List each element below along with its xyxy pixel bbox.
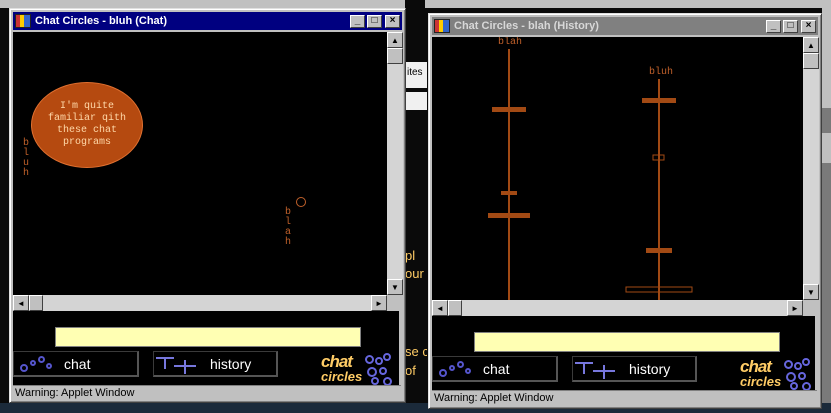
maximize-icon: □ [371,15,378,26]
background-text: se c [405,344,427,359]
logo-text: circles [321,369,363,384]
scroll-up-button[interactable]: ▲ [803,37,819,53]
vertical-scrollbar[interactable]: ▲ ▼ [803,37,819,300]
arrow-right-icon: ► [375,298,383,308]
scroll-down-button[interactable]: ▼ [387,279,403,295]
background-light-panel [405,92,427,110]
message-bar[interactable] [501,191,517,195]
scroll-corner [803,300,819,316]
chat-circles-app-icon[interactable] [15,14,31,28]
other-user-circle[interactable] [296,197,306,207]
message-bar[interactable] [488,213,530,218]
history-mode-button[interactable]: history [572,356,697,382]
chat-circles-icon [439,359,475,379]
history-timeline [488,49,693,300]
status-bar: Warning: Applet Window [432,390,817,406]
minimize-button[interactable]: _ [766,19,781,33]
history-canvas[interactable]: blah bluh [432,37,803,300]
chat-canvas[interactable]: I'm quite familiar qith these chat progr… [13,32,387,295]
background-light-panel: ites [405,62,427,88]
arrow-left-icon: ◄ [436,303,444,313]
maximize-button[interactable]: □ [367,14,382,28]
background-text: pl [405,248,416,263]
chat-circles-logo: chat circles [321,352,401,387]
chat-circles-app-icon[interactable] [434,19,450,33]
close-icon: × [805,20,812,31]
close-button[interactable]: × [385,14,400,28]
history-lanes-icon [573,359,619,379]
logo-text: circles [740,374,782,389]
self-username-label: bluh [22,138,29,179]
user-chat-circle[interactable]: I'm quite familiar qith these chat progr… [31,82,143,168]
background-browser-fragment: ites pl our se c of [405,0,427,413]
horizontal-scrollbar[interactable]: ◄ ► [432,300,803,316]
chat-mode-button[interactable]: chat [13,351,139,377]
chat-input[interactable] [55,327,361,347]
arrow-down-icon: ▼ [807,287,815,297]
history-mode-button[interactable]: history [153,351,278,377]
horizontal-scrollbar[interactable]: ◄ ► [13,295,387,311]
scroll-left-button[interactable]: ◄ [432,300,448,316]
chat-circles-logo: chat circles [740,357,820,392]
arrow-right-icon: ► [791,303,799,313]
background-window-edge [822,8,831,403]
arrow-up-icon: ▲ [807,40,815,50]
chat-mode-button[interactable]: chat [432,356,558,382]
control-panel: chat history chat circles [432,316,815,391]
window-title: Chat Circles - blah (History) [454,20,599,32]
scroll-left-button[interactable]: ◄ [13,295,29,311]
message-bar[interactable] [492,107,526,112]
chat-message: I'm quite familiar qith these chat progr… [47,101,126,148]
vertical-scroll-thumb[interactable] [387,48,403,64]
scroll-corner [387,295,403,311]
vertical-scroll-thumb[interactable] [803,53,819,69]
scroll-up-button[interactable]: ▲ [387,32,403,48]
background-text: of [405,363,416,378]
scroll-down-button[interactable]: ▼ [803,284,819,300]
maximize-icon: □ [787,20,794,31]
close-button[interactable]: × [801,19,816,33]
history-mode-label: history [629,360,671,377]
history-lanes-icon [154,354,200,374]
scroll-right-button[interactable]: ► [371,295,387,311]
history-window-titlebar[interactable]: Chat Circles - blah (History) _ □ × [432,17,818,35]
background-text: our [405,266,424,281]
message-bar[interactable] [642,98,676,103]
minimize-button[interactable]: _ [350,14,365,28]
chat-input[interactable] [474,332,780,352]
vertical-scrollbar[interactable]: ▲ ▼ [387,32,403,295]
scroll-right-button[interactable]: ► [787,300,803,316]
chat-mode-label: chat [64,355,91,372]
status-bar: Warning: Applet Window [13,385,401,401]
chat-window: Chat Circles - bluh (Chat) _ □ × I'm qui… [9,8,406,403]
window-title: Chat Circles - bluh (Chat) [35,15,168,27]
chat-mode-label: chat [483,360,510,377]
horizontal-scroll-thumb[interactable] [29,295,43,311]
background-text: ites [407,67,423,78]
close-icon: × [389,15,396,26]
history-mode-label: history [210,355,252,372]
maximize-button[interactable]: □ [783,19,798,33]
arrow-up-icon: ▲ [391,35,399,45]
chat-window-titlebar[interactable]: Chat Circles - bluh (Chat) _ □ × [13,12,402,30]
horizontal-scroll-thumb[interactable] [448,300,462,316]
arrow-down-icon: ▼ [391,282,399,292]
message-bar[interactable] [646,248,672,253]
control-panel: chat history chat circles [13,311,401,387]
arrow-left-icon: ◄ [17,298,25,308]
other-username-label: blah [284,207,291,248]
chat-circles-icon [20,354,56,374]
minimize-icon: _ [770,20,777,31]
minimize-icon: _ [354,15,361,26]
history-window: Chat Circles - blah (History) _ □ × blah… [428,13,822,409]
